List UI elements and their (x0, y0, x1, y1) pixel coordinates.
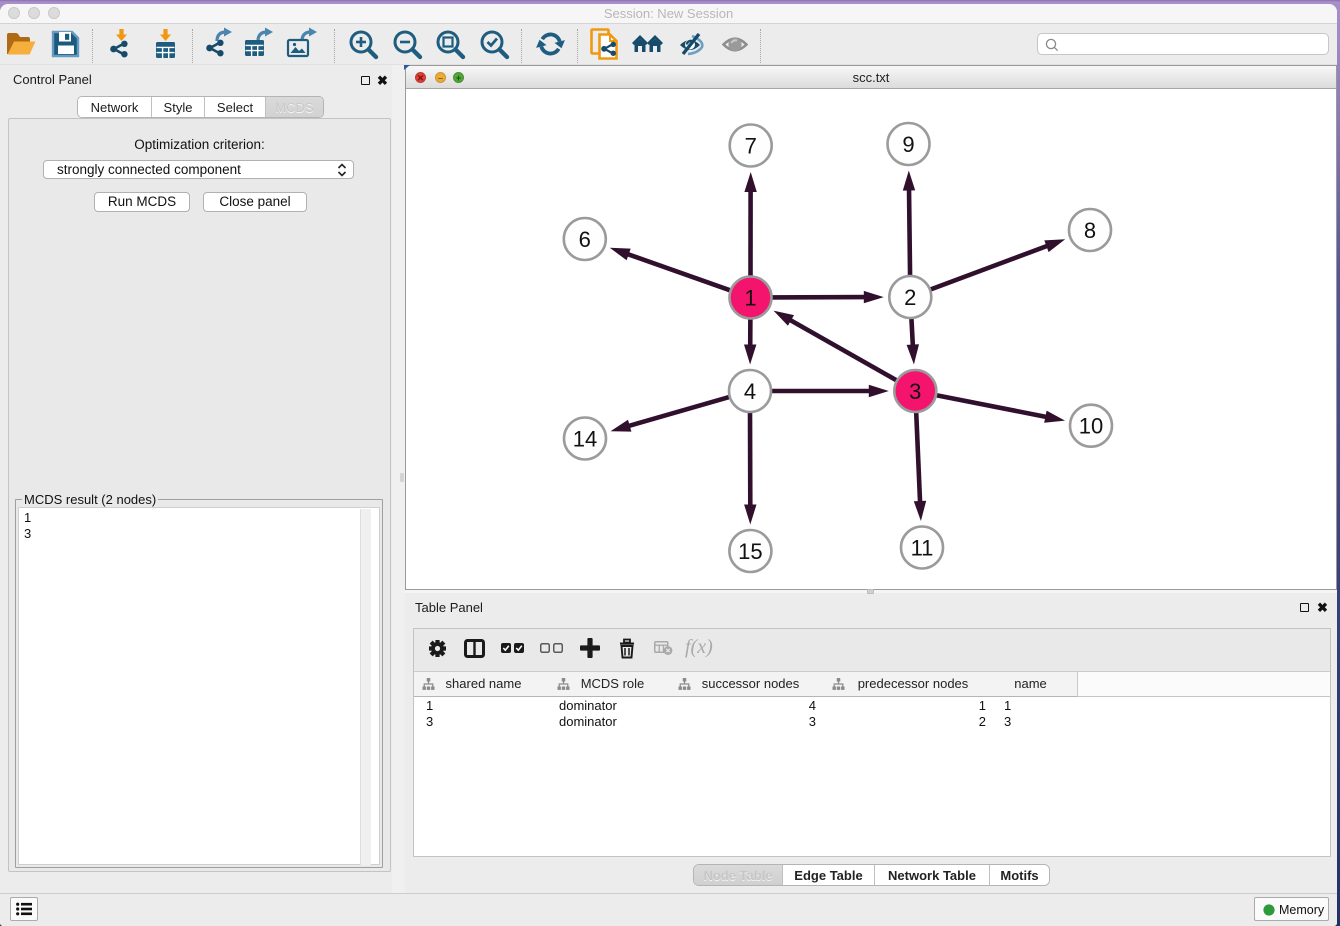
svg-text:7: 7 (745, 134, 757, 159)
svg-text:14: 14 (573, 427, 597, 452)
svg-text:10: 10 (1079, 414, 1103, 439)
svg-text:8: 8 (1084, 218, 1096, 243)
svg-text:2: 2 (904, 285, 916, 310)
svg-text:15: 15 (738, 539, 762, 564)
svg-text:6: 6 (579, 227, 591, 252)
svg-text:11: 11 (911, 536, 934, 561)
svg-text:1: 1 (744, 286, 756, 311)
svg-text:3: 3 (909, 379, 921, 404)
svg-text:4: 4 (744, 379, 756, 404)
svg-text:9: 9 (902, 132, 914, 157)
